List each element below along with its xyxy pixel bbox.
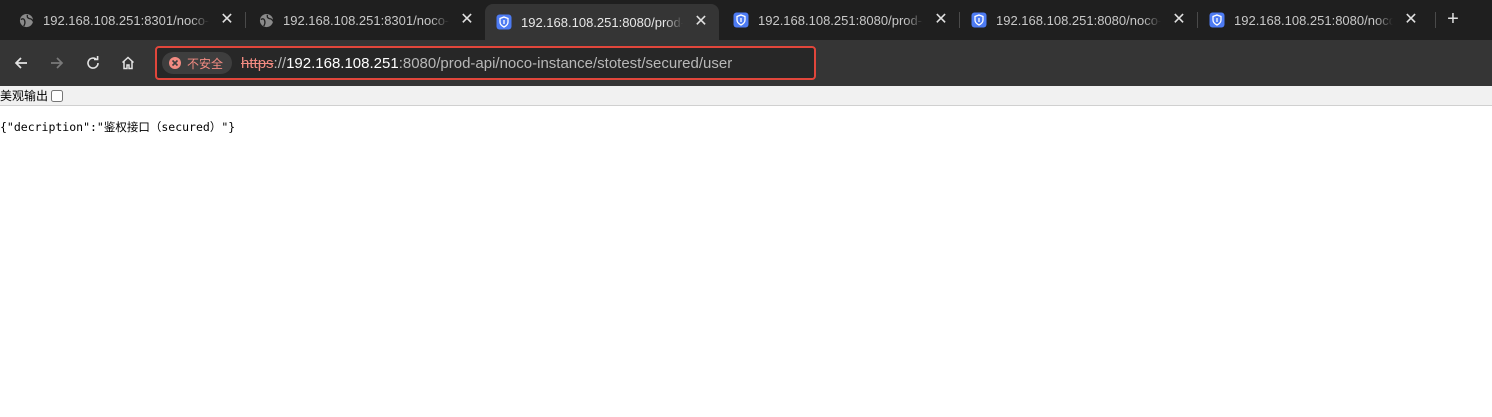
forward-button[interactable] bbox=[45, 51, 69, 75]
arrow-right-icon bbox=[51, 57, 64, 69]
tab-title: 192.168.108.251:8301/noco-instance bbox=[43, 12, 209, 28]
tab-3[interactable]: 192.168.108.251:8080/prod-api ✕ bbox=[485, 4, 719, 40]
tab-title: 192.168.108.251:8301/noco-instance bbox=[283, 12, 449, 28]
address-bar[interactable]: 不安全 https://192.168.108.251:8080/prod-ap… bbox=[155, 46, 816, 80]
tab-strip: 192.168.108.251:8301/noco-instance ✕ 192… bbox=[0, 0, 1492, 40]
url-scheme: https bbox=[241, 54, 274, 72]
tab-divider bbox=[1435, 12, 1436, 28]
reload-icon bbox=[87, 56, 99, 69]
tab-title: 192.168.108.251:8080/prod-api bbox=[758, 12, 923, 28]
browser-toolbar: 不安全 https://192.168.108.251:8080/prod-ap… bbox=[0, 40, 1492, 86]
tab-6[interactable]: 192.168.108.251:8080/noco-instance ✕ bbox=[1197, 0, 1429, 40]
tab-4[interactable]: 192.168.108.251:8080/prod-api ✕ bbox=[719, 0, 959, 40]
arrow-left-icon bbox=[14, 57, 27, 69]
globe-icon bbox=[258, 12, 274, 28]
url-path: :8080/prod-api/noco-instance/stotest/sec… bbox=[398, 54, 733, 72]
json-response: {"decription":"鉴权接口（secured）"} bbox=[0, 120, 236, 134]
close-icon[interactable]: ✕ bbox=[1171, 12, 1187, 28]
shield-icon bbox=[496, 14, 512, 30]
pretty-print-checkbox[interactable] bbox=[51, 89, 64, 102]
not-secure-icon bbox=[169, 57, 181, 69]
url-host: 192.168.108.251 bbox=[286, 54, 399, 72]
pretty-print-label: 美观输出 bbox=[0, 89, 49, 103]
shield-icon bbox=[971, 12, 987, 28]
close-icon[interactable]: ✕ bbox=[219, 12, 235, 28]
home-icon bbox=[121, 56, 135, 70]
back-button[interactable] bbox=[9, 51, 33, 75]
close-icon[interactable]: ✕ bbox=[459, 12, 475, 28]
close-icon[interactable]: ✕ bbox=[1403, 12, 1419, 28]
globe-icon bbox=[18, 12, 34, 28]
security-indicator[interactable]: 不安全 bbox=[162, 52, 233, 74]
shield-icon bbox=[1209, 12, 1225, 28]
home-button[interactable] bbox=[116, 51, 140, 75]
security-label: 不安全 bbox=[187, 56, 224, 71]
url-text[interactable]: https://192.168.108.251:8080/prod-api/no… bbox=[241, 55, 732, 72]
tab-1[interactable]: 192.168.108.251:8301/noco-instance ✕ bbox=[0, 0, 245, 40]
tab-title: 192.168.108.251:8080/prod-api bbox=[521, 14, 683, 30]
close-icon[interactable]: ✕ bbox=[933, 12, 949, 28]
pretty-print-bar: 美观输出 bbox=[0, 86, 1492, 106]
tab-5[interactable]: 192.168.108.251:8080/noco-instance ✕ bbox=[959, 0, 1197, 40]
new-tab-button[interactable]: + bbox=[1443, 9, 1463, 30]
tab-2[interactable]: 192.168.108.251:8301/noco-instance ✕ bbox=[240, 0, 485, 40]
url-separator: :// bbox=[273, 54, 287, 72]
close-icon[interactable]: ✕ bbox=[693, 14, 709, 30]
reload-button[interactable] bbox=[81, 51, 105, 75]
tab-title: 192.168.108.251:8080/noco-instance bbox=[996, 12, 1161, 28]
shield-icon bbox=[733, 12, 749, 28]
tab-title: 192.168.108.251:8080/noco-instance bbox=[1234, 12, 1393, 28]
